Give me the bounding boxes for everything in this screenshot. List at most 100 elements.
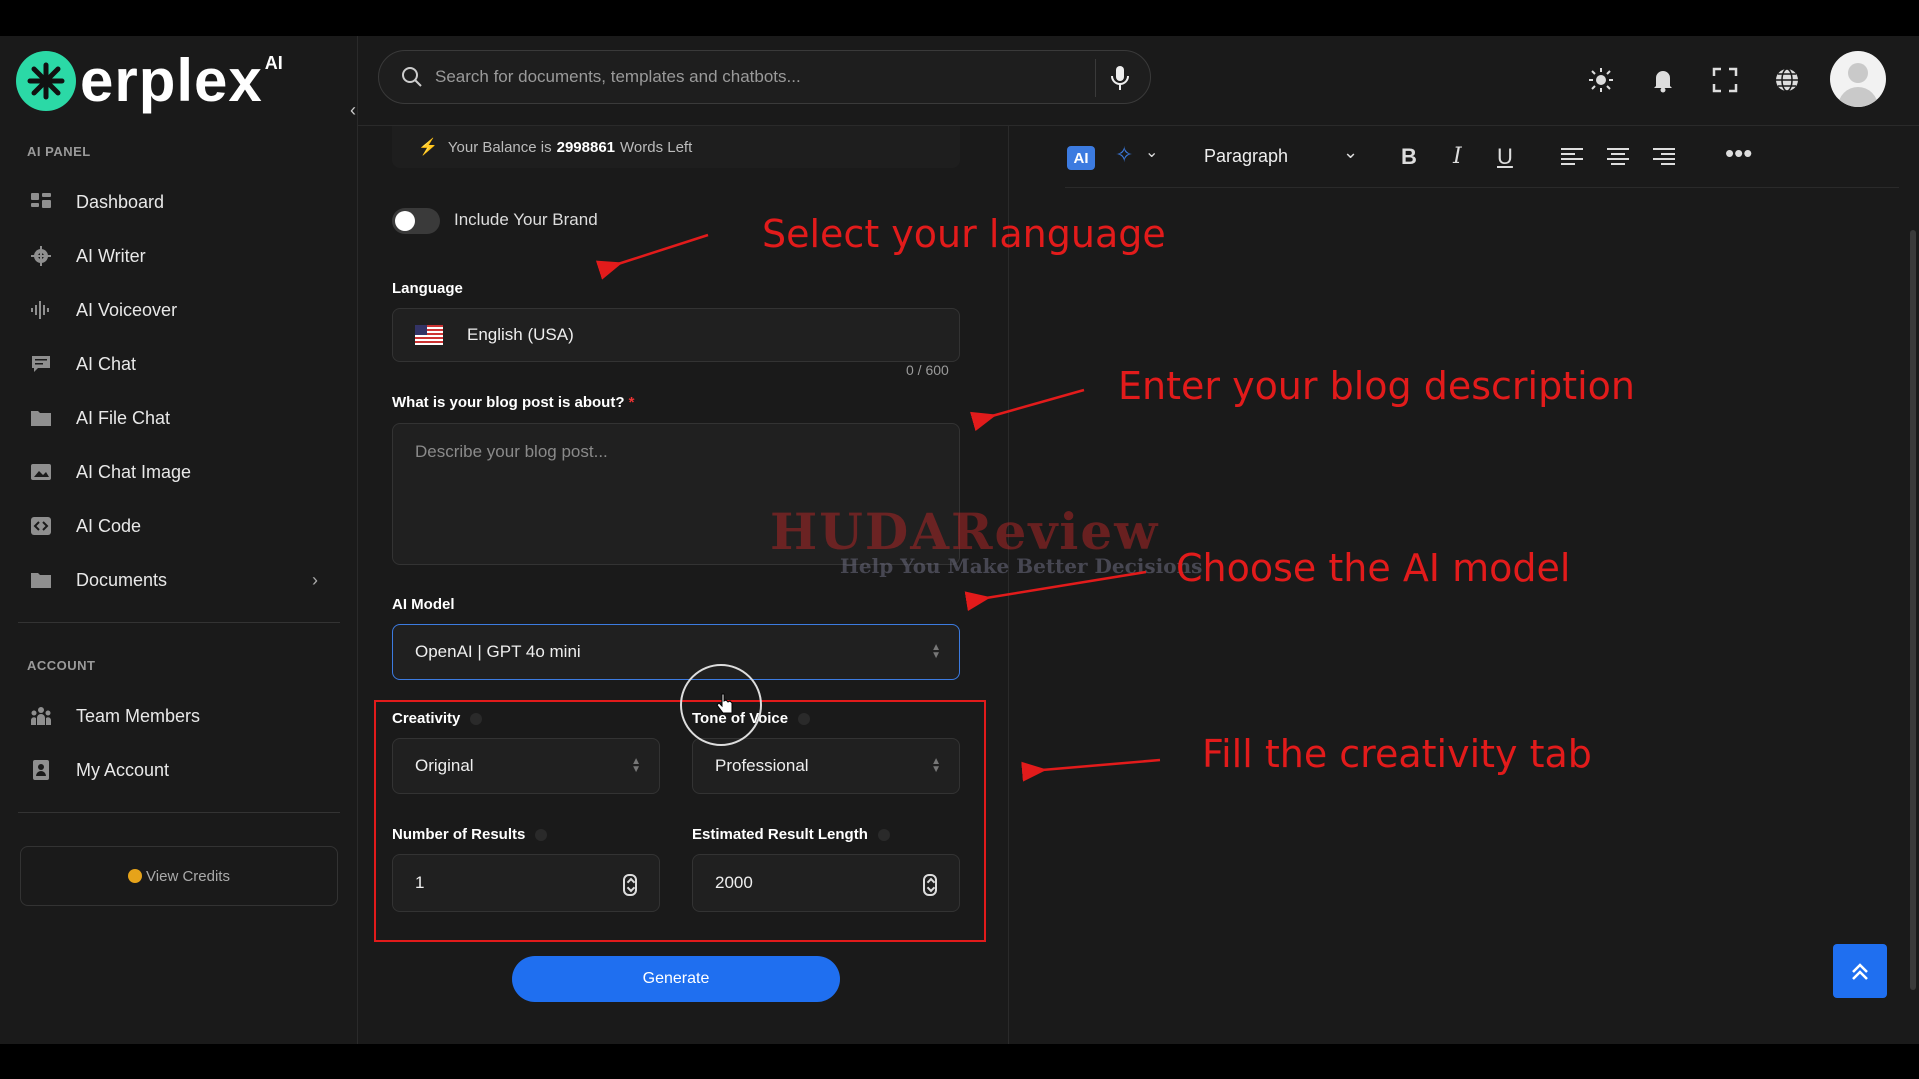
sidebar-item-label: AI Chat: [76, 353, 137, 374]
sidebar-item-label: Team Members: [76, 705, 201, 726]
bell-icon[interactable]: [1649, 66, 1677, 94]
language-label: Language: [392, 280, 463, 297]
globe-icon[interactable]: [1773, 66, 1801, 94]
ai-model-value: OpenAI | GPT 4o mini: [415, 642, 581, 661]
stepper-icon[interactable]: [923, 874, 937, 896]
include-brand-toggle[interactable]: [392, 208, 440, 234]
sidebar: erplex AI ‹ AI PANEL Dashboard AI Writer…: [0, 36, 358, 1044]
language-value: English (USA): [467, 325, 574, 344]
align-right-icon[interactable]: [1653, 148, 1675, 166]
sidebar-item-ai-chat[interactable]: AI Chat: [28, 344, 338, 384]
blog-form: ⚡ Your Balance is 2998861 Words Left Inc…: [358, 126, 1008, 1044]
number-of-results-input[interactable]: 1: [392, 854, 660, 912]
account-icon: [28, 759, 54, 781]
double-chevron-up-icon: [1852, 963, 1868, 980]
sidebar-item-label: Documents: [76, 569, 168, 590]
bold-icon[interactable]: B: [1401, 144, 1417, 170]
sidebar-item-dashboard[interactable]: Dashboard: [28, 182, 338, 222]
sidebar-item-label: AI Writer: [76, 245, 146, 266]
ai-model-label: AI Model: [392, 596, 455, 613]
blog-description-label-text: What is your blog post is about?: [392, 394, 625, 411]
sidebar-item-label: My Account: [76, 759, 170, 780]
balance-prefix: Your Balance is: [447, 138, 552, 156]
select-arrows-icon: ▲ ▼: [931, 642, 941, 661]
search-divider: [1095, 59, 1096, 97]
estimated-length-label: Estimated Result Length: [692, 826, 890, 843]
magic-wand-icon[interactable]: ✧: [1115, 142, 1133, 168]
annotation-description: Enter your blog description: [1118, 364, 1636, 408]
help-icon[interactable]: [535, 829, 548, 842]
search-bar[interactable]: [378, 50, 1151, 104]
image-icon: [28, 461, 54, 483]
editor-scrollbar[interactable]: [1910, 230, 1916, 990]
sidebar-item-documents[interactable]: Documents ›: [28, 560, 338, 600]
balance-value: 2998861: [556, 138, 616, 156]
sidebar-item-ai-voiceover[interactable]: AI Voiceover: [28, 290, 338, 330]
watermark-tagline: Help You Make Better Decisions: [840, 554, 1203, 578]
tone-value: Professional: [715, 756, 809, 775]
sidebar-item-ai-file-chat[interactable]: AI File Chat: [28, 398, 338, 438]
creativity-value: Original: [415, 756, 474, 775]
paragraph-format-select[interactable]: Paragraph: [1204, 146, 1288, 167]
annotation-creativity: Fill the creativity tab: [1202, 732, 1592, 776]
sidebar-divider: [18, 812, 340, 813]
generate-button[interactable]: Generate: [512, 956, 840, 1002]
avatar[interactable]: [1830, 51, 1886, 107]
annotation-model: Choose the AI model: [1176, 546, 1571, 590]
tone-of-voice-select[interactable]: Professional ▲ ▼: [692, 738, 960, 794]
sidebar-item-ai-writer[interactable]: AI Writer: [28, 236, 338, 276]
length-label-text: Estimated Result Length: [692, 826, 868, 843]
brightness-icon[interactable]: [1587, 66, 1615, 94]
microphone-icon[interactable]: [1110, 65, 1130, 91]
sidebar-item-my-account[interactable]: My Account: [28, 750, 338, 790]
align-left-icon[interactable]: [1561, 148, 1583, 166]
logo[interactable]: erplex AI: [16, 46, 283, 116]
waveform-icon: [28, 299, 54, 321]
required-marker: *: [628, 394, 635, 411]
chevron-down-icon[interactable]: ⌄: [1145, 142, 1158, 162]
align-center-icon[interactable]: [1607, 148, 1629, 166]
select-arrows-icon: ▲ ▼: [631, 756, 641, 775]
help-icon[interactable]: [798, 713, 811, 726]
creativity-select[interactable]: Original ▲ ▼: [392, 738, 660, 794]
team-icon: [28, 705, 54, 727]
collapse-sidebar-chevron-icon[interactable]: ‹: [350, 100, 356, 121]
sidebar-item-label: AI Chat Image: [76, 461, 192, 482]
toggle-knob: [395, 211, 415, 231]
balance-suffix: Words Left: [620, 138, 693, 156]
folder-icon: [28, 407, 54, 429]
sidebar-item-team-members[interactable]: Team Members: [28, 696, 338, 736]
help-icon[interactable]: [470, 713, 483, 726]
ai-model-select[interactable]: OpenAI | GPT 4o mini ▲ ▼: [392, 624, 960, 680]
logo-mark-icon: [16, 51, 76, 111]
creativity-label-text: Creativity: [392, 710, 461, 727]
blog-description-label: What is your blog post is about? *: [392, 394, 635, 411]
ai-panel-label: AI PANEL: [27, 144, 91, 159]
results-label-text: Number of Results: [392, 826, 526, 843]
estimated-length-input[interactable]: 2000: [692, 854, 960, 912]
editor-toolbar: [1065, 138, 1899, 188]
view-credits-button[interactable]: View Credits: [20, 846, 338, 906]
folder-icon: [28, 569, 54, 591]
search-input[interactable]: [435, 67, 1075, 87]
more-options-icon[interactable]: •••: [1725, 138, 1752, 169]
chat-icon: [28, 353, 54, 375]
italic-icon[interactable]: I: [1453, 144, 1462, 169]
sidebar-item-ai-code[interactable]: AI Code: [28, 506, 338, 546]
help-icon[interactable]: [877, 829, 890, 842]
account-section-label: ACCOUNT: [27, 658, 96, 673]
dashboard-icon: [28, 191, 54, 213]
sidebar-item-label: AI Code: [76, 515, 142, 536]
chevron-down-icon[interactable]: ⌄: [1343, 142, 1358, 163]
stepper-icon[interactable]: [623, 874, 637, 896]
number-of-results-label: Number of Results: [392, 826, 548, 843]
underline-icon[interactable]: U: [1497, 144, 1513, 170]
annotation-language: Select your language: [762, 212, 1166, 256]
language-select[interactable]: English (USA): [392, 308, 960, 362]
bolt-icon: ⚡: [418, 139, 438, 156]
ai-assist-button[interactable]: AI: [1067, 146, 1095, 170]
fullscreen-icon[interactable]: [1711, 66, 1739, 94]
sidebar-item-ai-chat-image[interactable]: AI Chat Image: [28, 452, 338, 492]
include-brand-label: Include Your Brand: [454, 210, 598, 229]
scroll-to-top-button[interactable]: [1833, 944, 1887, 998]
